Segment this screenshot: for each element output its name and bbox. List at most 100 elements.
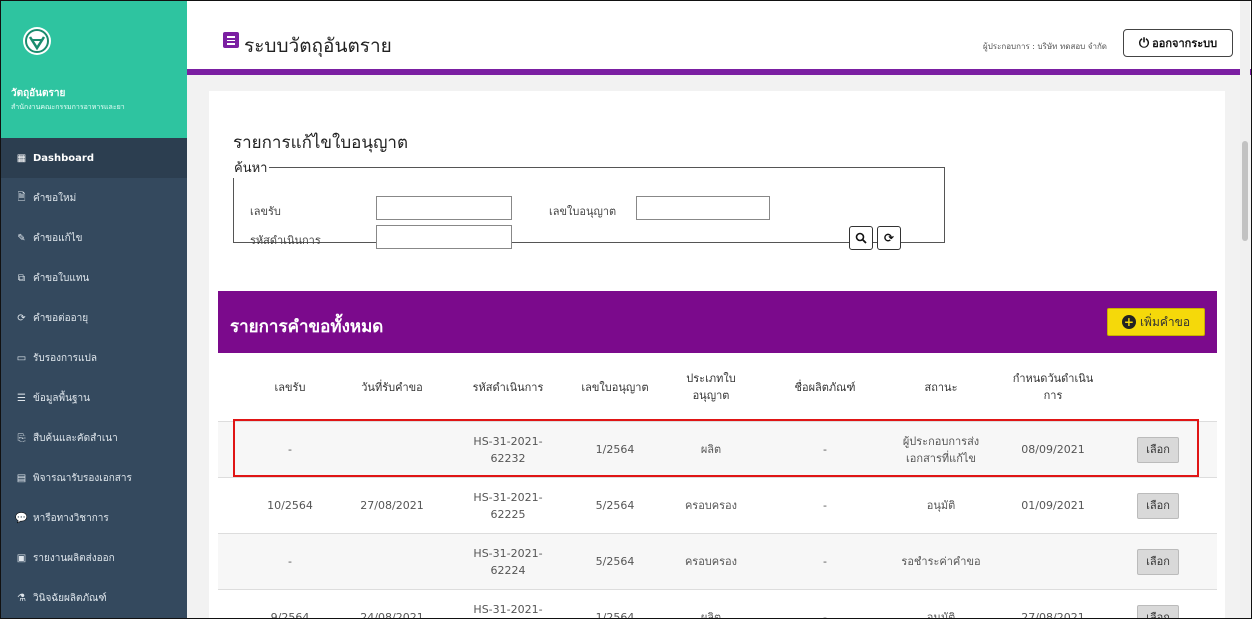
- table-row: 9/2564 24/08/2021 HS-31-2021- 62212 1/2564 ผ…: [218, 589, 1217, 619]
- column-header: สถานะ: [924, 380, 958, 394]
- table-cell: -: [823, 555, 827, 568]
- app-window: วัตถุอันตราย สำนักงานคณะกรรมการอาหารและย…: [0, 0, 1252, 619]
- logout-button[interactable]: ⏻ ออกจากระบบ: [1123, 29, 1233, 57]
- app-title: ระบบวัตถุอันตราย: [244, 35, 392, 57]
- sidebar-item-label: คำขอใหม่: [33, 192, 77, 204]
- table-cell: HS-31-2021- 62224: [473, 546, 543, 577]
- table-cell: 1/2564: [595, 611, 635, 619]
- book-icon: ▤: [16, 472, 27, 484]
- add-request-button[interactable]: + เพิ่มคำขอ: [1107, 308, 1205, 336]
- menu-toggle-button[interactable]: [223, 32, 239, 48]
- search-copy-icon: ⎘: [17, 432, 26, 444]
- sidebar-item-label: คำขอใบแทน: [33, 272, 90, 284]
- refresh-button[interactable]: ⟳: [877, 226, 901, 250]
- select-cell: เลือก: [1118, 422, 1198, 477]
- request-panel-header: รายการคำขอทั้งหมด + เพิ่มคำขอ: [218, 291, 1217, 353]
- search-box: ค้นหา เลขรับ เลขใบอนุญาต รหัสดำเนินการ ⟳: [233, 157, 945, 250]
- table-cell: HS-31-2021- 62212: [473, 602, 543, 616]
- table-cell: 10/2564: [267, 499, 313, 512]
- sidebar-item-1[interactable]: 🗎 คำขอใหม่: [1, 178, 187, 218]
- table-cell: อนุมัติ: [926, 611, 956, 619]
- file-icon: 🗎: [17, 191, 26, 203]
- sidebar-item-label: คำขอต่ออายุ: [33, 312, 89, 324]
- column-header: ประเภทใบ อนุญาต: [686, 372, 736, 402]
- brand-subtitle: สำนักงานคณะกรรมการอาหารและยา: [11, 103, 125, 111]
- sidebar-item-label: หารือทางวิชาการ: [33, 512, 109, 524]
- sidebar-item-label: Dashboard: [33, 152, 94, 164]
- report-icon: ▣: [16, 552, 27, 564]
- table-cell: ผลิต: [700, 443, 722, 456]
- sidebar-item-label: ข้อมูลพื้นฐาน: [33, 392, 90, 404]
- dashboard-icon: ▦: [16, 152, 27, 164]
- table-cell: -: [288, 555, 292, 568]
- table-cell: -: [823, 443, 827, 456]
- table-cell: 5/2564: [595, 555, 635, 568]
- sidebar-item-7[interactable]: ⎘ สืบค้นและคัดสำเนา: [1, 418, 187, 458]
- brand-area: วัตถุอันตราย สำนักงานคณะกรรมการอาหารและย…: [1, 1, 187, 138]
- table-cell: ครอบครอง: [684, 499, 738, 512]
- table-cell: 08/09/2021: [1021, 443, 1085, 456]
- panel-title: รายการคำขอทั้งหมด: [230, 317, 384, 337]
- translate-icon: ▭: [16, 352, 27, 364]
- table-cell: [998, 534, 1108, 589]
- main-content: รายการแก้ไขใบอนุญาต ค้นหา เลขรับ เลขใบอน…: [209, 91, 1225, 619]
- license-label: เลขใบอนุญาต: [549, 205, 617, 218]
- table-cell: [346, 422, 438, 477]
- select-button[interactable]: เลือก: [1137, 548, 1179, 575]
- sidebar-item-10[interactable]: ▣ รายงานผลิตส่งออก: [1, 538, 187, 578]
- table-cell: -: [823, 611, 827, 619]
- table-cell: -: [823, 499, 827, 512]
- sidebar-item-3[interactable]: ⧉ คำขอใบแทน: [1, 258, 187, 298]
- power-icon: ⏻: [1138, 35, 1150, 51]
- receipt-label: เลขรับ: [250, 205, 281, 218]
- receipt-input[interactable]: [376, 196, 512, 220]
- header-divider: [187, 69, 1251, 75]
- renew-icon: ⟳: [17, 312, 26, 324]
- sidebar-item-6[interactable]: ☰ ข้อมูลพื้นฐาน: [1, 378, 187, 418]
- sidebar-item-11[interactable]: ⚗ วินิจฉัยผลิตภัณฑ์: [1, 578, 187, 618]
- table-cell: 1/2564: [595, 443, 635, 456]
- table-cell: รอชำระค่าคำขอ: [901, 555, 981, 568]
- search-icon: [855, 232, 867, 244]
- column-header: กำหนดวันดำเนิน การ: [1012, 372, 1094, 402]
- sidebar-item-4[interactable]: ⟳ คำขอต่ออายุ: [1, 298, 187, 338]
- select-button[interactable]: เลือก: [1137, 436, 1179, 463]
- select-button[interactable]: เลือก: [1137, 604, 1179, 618]
- page-scrollbar[interactable]: [1240, 1, 1250, 618]
- select-button[interactable]: เลือก: [1137, 492, 1179, 519]
- scrollbar-thumb[interactable]: [1242, 141, 1248, 241]
- license-input[interactable]: [636, 196, 770, 220]
- copy-icon: ⧉: [17, 272, 26, 284]
- sidebar: วัตถุอันตราย สำนักงานคณะกรรมการอาหารและย…: [1, 1, 187, 618]
- search-legend: ค้นหา: [234, 161, 268, 176]
- sidebar-item-label: คำขอแก้ไข: [33, 232, 83, 244]
- table-cell: 27/08/2021: [1021, 611, 1085, 619]
- sidebar-item-5[interactable]: ▭ รับรองการแปล: [1, 338, 187, 378]
- select-cell: เลือก: [1118, 478, 1198, 533]
- column-header: วันที่รับคำขอ: [361, 380, 423, 394]
- table-cell: 5/2564: [595, 499, 635, 512]
- refresh-icon: ⟳: [883, 231, 895, 245]
- plus-icon: +: [1121, 315, 1136, 329]
- sidebar-item-label: รับรองการแปล: [33, 352, 97, 364]
- search-button[interactable]: [849, 226, 873, 250]
- select-cell: เลือก: [1118, 590, 1198, 618]
- column-header: เลขรับ: [274, 380, 306, 394]
- logout-label: ออกจากระบบ: [1152, 37, 1218, 50]
- table-row: - HS-31-2021- 62224 5/2564 ครอบครอง - รอชำระค…: [218, 533, 1217, 589]
- sidebar-item-label: วินิจฉัยผลิตภัณฑ์: [33, 592, 107, 604]
- table-cell: ผลิต: [700, 611, 722, 619]
- sidebar-item-0[interactable]: ▦ Dashboard: [1, 138, 187, 178]
- sidebar-item-2[interactable]: ✎ คำขอแก้ไข: [1, 218, 187, 258]
- table-header: เลขรับ วันที่รับคำขอ รหัสดำเนินการ เลขใบอนุ…: [218, 353, 1217, 421]
- sidebar-item-8[interactable]: ▤ พิจารณารับรองเอกสาร: [1, 458, 187, 498]
- table-cell: ครอบครอง: [684, 555, 738, 568]
- column-header: เลขใบอนุญาต: [581, 380, 649, 394]
- process-code-input[interactable]: [376, 225, 512, 249]
- add-request-label: เพิ่มคำขอ: [1139, 314, 1191, 329]
- sidebar-item-9[interactable]: 💬 หารือทางวิชาการ: [1, 498, 187, 538]
- table-cell: ผู้ประกอบการส่ง เอกสารที่แก้ไข: [902, 434, 980, 465]
- sidebar-item-label: รายงานผลิตส่งออก: [33, 552, 115, 564]
- brand-name: วัตถุอันตราย: [11, 88, 66, 99]
- table-row: - HS-31-2021- 62232 1/2564 ผลิต - ผู้ประกอบกา…: [218, 421, 1217, 477]
